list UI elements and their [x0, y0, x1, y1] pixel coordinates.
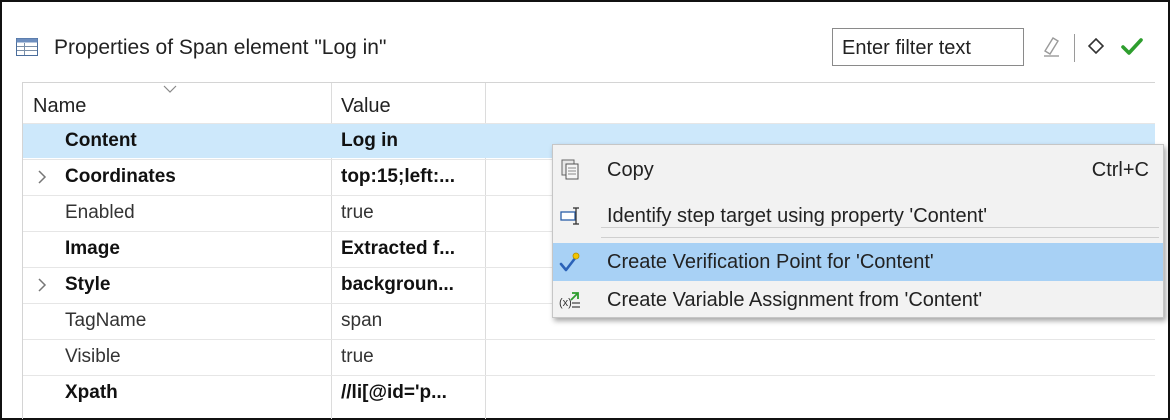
- sort-indicator-icon: [163, 85, 177, 93]
- properties-view: Properties of Span element "Log in" Ente…: [0, 0, 1170, 420]
- property-value: Extracted f...: [341, 238, 456, 259]
- property-name: Enabled: [65, 202, 135, 223]
- table-row[interactable]: Xpath //li[@id='p...: [23, 375, 1155, 410]
- menu-item-label: Copy: [607, 159, 654, 181]
- property-value: true: [341, 346, 374, 367]
- menu-item-label: Create Verification Point for 'Content': [607, 251, 934, 273]
- view-title: Properties of Span element "Log in": [54, 36, 387, 59]
- expand-chevron-icon[interactable]: [37, 170, 47, 184]
- identify-target-icon: [560, 207, 579, 225]
- diamond-icon[interactable]: [1088, 38, 1104, 54]
- column-header-name[interactable]: Name: [33, 95, 86, 118]
- menu-item[interactable]: (x) Create Variable Assignment from 'Cont…: [553, 281, 1163, 319]
- property-value: backgroun...: [341, 274, 454, 295]
- property-value: //li[@id='p...: [341, 382, 447, 403]
- menu-item-label: Create Variable Assignment from 'Content…: [607, 289, 983, 311]
- property-name: Visible: [65, 346, 121, 367]
- expand-chevron-icon[interactable]: [37, 278, 47, 292]
- svg-text:(x): (x): [559, 297, 572, 309]
- property-value: Log in: [341, 130, 398, 151]
- menu-separator: [601, 237, 1159, 238]
- property-name: Xpath: [65, 382, 118, 403]
- property-name: Content: [65, 130, 137, 151]
- menu-item[interactable]: Identify step target using property 'Con…: [553, 197, 1163, 235]
- properties-table-icon: [16, 38, 38, 56]
- verification-point-icon: [559, 252, 580, 272]
- menu-item-shortcut: Ctrl+C: [1091, 159, 1149, 181]
- property-name: Coordinates: [65, 166, 176, 187]
- menu-separator: [601, 227, 1159, 228]
- table-header: Name Value: [23, 83, 1155, 123]
- property-name: Style: [65, 274, 111, 295]
- filter-input[interactable]: Enter filter text: [832, 28, 1024, 66]
- context-menu: Copy Ctrl+C Identify step target using pro…: [552, 144, 1164, 318]
- clear-filter-icon[interactable]: [1042, 36, 1060, 58]
- filter-placeholder: Enter filter text: [842, 37, 971, 59]
- copy-icon: [561, 159, 579, 180]
- property-value: span: [341, 310, 383, 331]
- menu-item[interactable]: Copy Ctrl+C: [553, 151, 1163, 189]
- property-name: TagName: [65, 310, 147, 331]
- table-row[interactable]: Visible true: [23, 339, 1155, 374]
- check-icon[interactable]: [1120, 36, 1144, 58]
- menu-item[interactable]: Create Verification Point for 'Content': [553, 243, 1163, 281]
- property-value: true: [341, 202, 374, 223]
- property-value: top:15;left:...: [341, 166, 455, 187]
- property-name: Image: [65, 238, 120, 259]
- view-toolbar: Properties of Span element "Log in" Ente…: [2, 2, 1168, 92]
- menu-item-label: Identify step target using property 'Con…: [607, 205, 988, 227]
- column-header-value[interactable]: Value: [341, 95, 391, 118]
- toolbar-separator: [1074, 34, 1075, 62]
- variable-assignment-icon: (x): [559, 292, 580, 309]
